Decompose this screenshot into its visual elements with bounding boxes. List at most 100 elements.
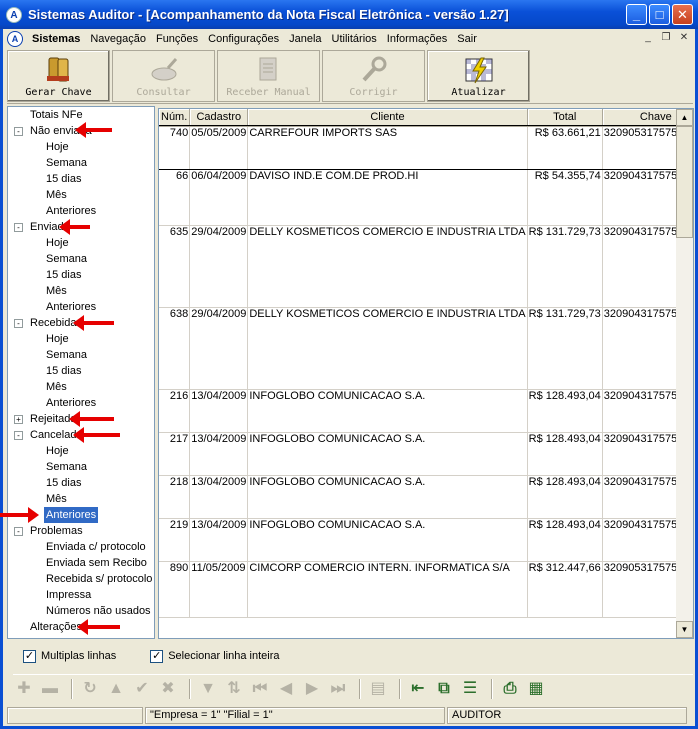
mdi-minimize-icon[interactable]: _ (641, 31, 655, 45)
column-header[interactable]: Cliente (247, 109, 528, 127)
up-triangle-icon[interactable]: ▲ (105, 678, 127, 700)
tree-item-hoje[interactable]: Hoje (8, 235, 154, 251)
tree-item-label: 15 dias (46, 477, 82, 489)
tree-item-hoje[interactable]: Hoje (8, 443, 154, 459)
tree-item-anteriores[interactable]: Anteriores (8, 203, 154, 219)
menu-navegacao[interactable]: Navegação (85, 33, 151, 45)
export-icon[interactable]: ⇤ (407, 678, 429, 700)
tree-item-anteriores[interactable]: Anteriores (8, 395, 154, 411)
table-row[interactable]: 218 13/04/2009 INFOGLOBO COMUNICACAO S.A. R… (159, 475, 693, 519)
column-header[interactable]: Núm. (159, 109, 191, 127)
tree-item-hoje[interactable]: Hoje (8, 139, 154, 155)
tree-item-n-meros-n-o-usados[interactable]: Números não usados (8, 603, 154, 619)
table-row[interactable]: 638 29/04/2009 DELLY KOSMETICOS COMERCIO E… (159, 307, 693, 390)
menu-sair[interactable]: Sair (452, 33, 482, 45)
tree-item-hoje[interactable]: Hoje (8, 331, 154, 347)
column-header[interactable]: Cadastro (189, 109, 249, 127)
refresh-icon[interactable]: ↻ (79, 678, 101, 700)
next-record-icon[interactable]: ▶ (301, 678, 323, 700)
report-icon[interactable]: ▦ (525, 678, 547, 700)
table-row[interactable]: 635 29/04/2009 DELLY KOSMETICOS COMERCIO E… (159, 225, 693, 308)
tree-item-m-s[interactable]: Mês (8, 187, 154, 203)
tree-item-15-dias[interactable]: 15 dias (8, 267, 154, 283)
minimize-button[interactable]: _ (626, 4, 647, 25)
table-row[interactable]: 216 13/04/2009 INFOGLOBO COMUNICACAO S.A. R… (159, 389, 693, 433)
column-header[interactable]: Total (527, 109, 603, 127)
minus-icon[interactable]: ▬ (39, 678, 61, 700)
menu-funcoes[interactable]: Funções (151, 33, 203, 45)
tree-item-m-s[interactable]: Mês (8, 283, 154, 299)
multiplas-linhas-checkbox[interactable]: ✓ Multiplas linhas (23, 649, 116, 663)
tree-item-problemas[interactable]: - Problemas (8, 523, 154, 539)
annotation-arrow (69, 411, 114, 427)
table-row[interactable]: 217 13/04/2009 INFOGLOBO COMUNICACAO S.A. R… (159, 432, 693, 476)
table-row[interactable]: 219 13/04/2009 INFOGLOBO COMUNICACAO S.A. R… (159, 518, 693, 562)
table-row[interactable]: 890 11/05/2009 CIMCORP COMERCIO INTERN. IN… (159, 561, 693, 618)
tree-item-recebida-s-protocolo[interactable]: Recebida s/ protocolo (8, 571, 154, 587)
collapse-icon[interactable]: - (14, 319, 23, 328)
tree-item-label: Mês (46, 285, 67, 297)
maximize-button[interactable]: □ (649, 4, 670, 25)
tree-item-15-dias[interactable]: 15 dias (8, 475, 154, 491)
checkmark-icon[interactable]: ✔ (131, 678, 153, 700)
tree-item-semana[interactable]: Semana (8, 155, 154, 171)
expand-icon[interactable]: + (14, 415, 23, 424)
tree-item-enviada-sem-recibo[interactable]: Enviada sem Recibo (8, 555, 154, 571)
menu-janela[interactable]: Janela (284, 33, 326, 45)
collapse-icon[interactable]: - (14, 127, 23, 136)
corrigir-button[interactable]: Corrigir (322, 50, 425, 102)
tree-item-label: Recebida (30, 317, 77, 329)
tree-item-semana[interactable]: Semana (8, 347, 154, 363)
menu-sistemas[interactable]: Sistemas (27, 33, 85, 45)
copy-folders-icon[interactable]: ⧉ (433, 678, 455, 700)
tree-item-enviada-c-protocolo[interactable]: Enviada c/ protocolo (8, 539, 154, 555)
navigation-tree: Totais NFe - Não enviada Hoje Semana 15 dias M… (7, 106, 155, 639)
scroll-up-icon[interactable]: ▲ (676, 109, 693, 126)
list-settings-icon[interactable]: ☰ (459, 678, 481, 700)
cell-cadastro: 13/04/2009 (189, 475, 249, 519)
atualizar-button[interactable]: Atualizar (427, 50, 530, 102)
tree-item-15-dias[interactable]: 15 dias (8, 363, 154, 379)
first-record-icon[interactable]: ⏮ (249, 678, 271, 700)
tree-item-label: Mês (46, 189, 67, 201)
cell-cliente: CARREFOUR IMPORTS SAS (247, 126, 528, 170)
plus-icon[interactable]: ✚ (13, 678, 35, 700)
mdi-child-icon[interactable]: A (7, 31, 23, 47)
printer-icon[interactable]: ⎙ (499, 678, 521, 700)
annotation-arrow (59, 219, 90, 235)
mdi-close-icon[interactable]: ✕ (677, 31, 691, 45)
cancel-x-icon[interactable]: ✖ (157, 678, 179, 700)
table-row[interactable]: 66 06/04/2009 DAVISO IND.E COM.DE PROD.HI R… (159, 169, 693, 226)
collapse-icon[interactable]: - (14, 223, 23, 232)
tree-item-semana[interactable]: Semana (8, 251, 154, 267)
consultar-label: Consultar (136, 87, 191, 98)
sort-icon[interactable]: ⇅ (223, 678, 245, 700)
gerar-chave-button[interactable]: Gerar Chave (7, 50, 110, 102)
table-row[interactable]: 740 05/05/2009 CARREFOUR IMPORTS SAS R$ 63.… (159, 125, 693, 170)
grid-vertical-scrollbar[interactable]: ▲ ▼ (676, 109, 693, 638)
magnifier-icon (151, 58, 177, 81)
tree-item-15-dias[interactable]: 15 dias (8, 171, 154, 187)
tree-item-totais-nfe[interactable]: Totais NFe (8, 107, 154, 123)
collapse-icon[interactable]: - (14, 431, 23, 440)
menu-informacoes[interactable]: Informações (382, 33, 453, 45)
prior-record-icon[interactable]: ◀ (275, 678, 297, 700)
scroll-thumb[interactable] (676, 126, 693, 238)
tree-item-m-s[interactable]: Mês (8, 491, 154, 507)
consultar-button[interactable]: Consultar (112, 50, 215, 102)
close-button[interactable]: ✕ (672, 4, 693, 25)
collapse-icon[interactable]: - (14, 527, 23, 536)
grid-icon[interactable]: ▤ (367, 678, 389, 700)
receber-manual-button[interactable]: Receber Manual (217, 50, 320, 102)
filter-icon[interactable]: ▼ (197, 678, 219, 700)
tree-item-m-s[interactable]: Mês (8, 379, 154, 395)
tree-item-anteriores[interactable]: Anteriores (8, 299, 154, 315)
menu-utilitarios[interactable]: Utilitários (327, 33, 382, 45)
selecionar-linha-checkbox[interactable]: ✓ Selecionar linha inteira (150, 649, 280, 663)
scroll-down-icon[interactable]: ▼ (676, 621, 693, 638)
last-record-icon[interactable]: ⏭ (327, 678, 349, 700)
menu-configuracoes[interactable]: Configurações (203, 33, 284, 45)
mdi-restore-icon[interactable]: ❐ (659, 31, 673, 45)
tree-item-impressa[interactable]: Impressa (8, 587, 154, 603)
tree-item-semana[interactable]: Semana (8, 459, 154, 475)
